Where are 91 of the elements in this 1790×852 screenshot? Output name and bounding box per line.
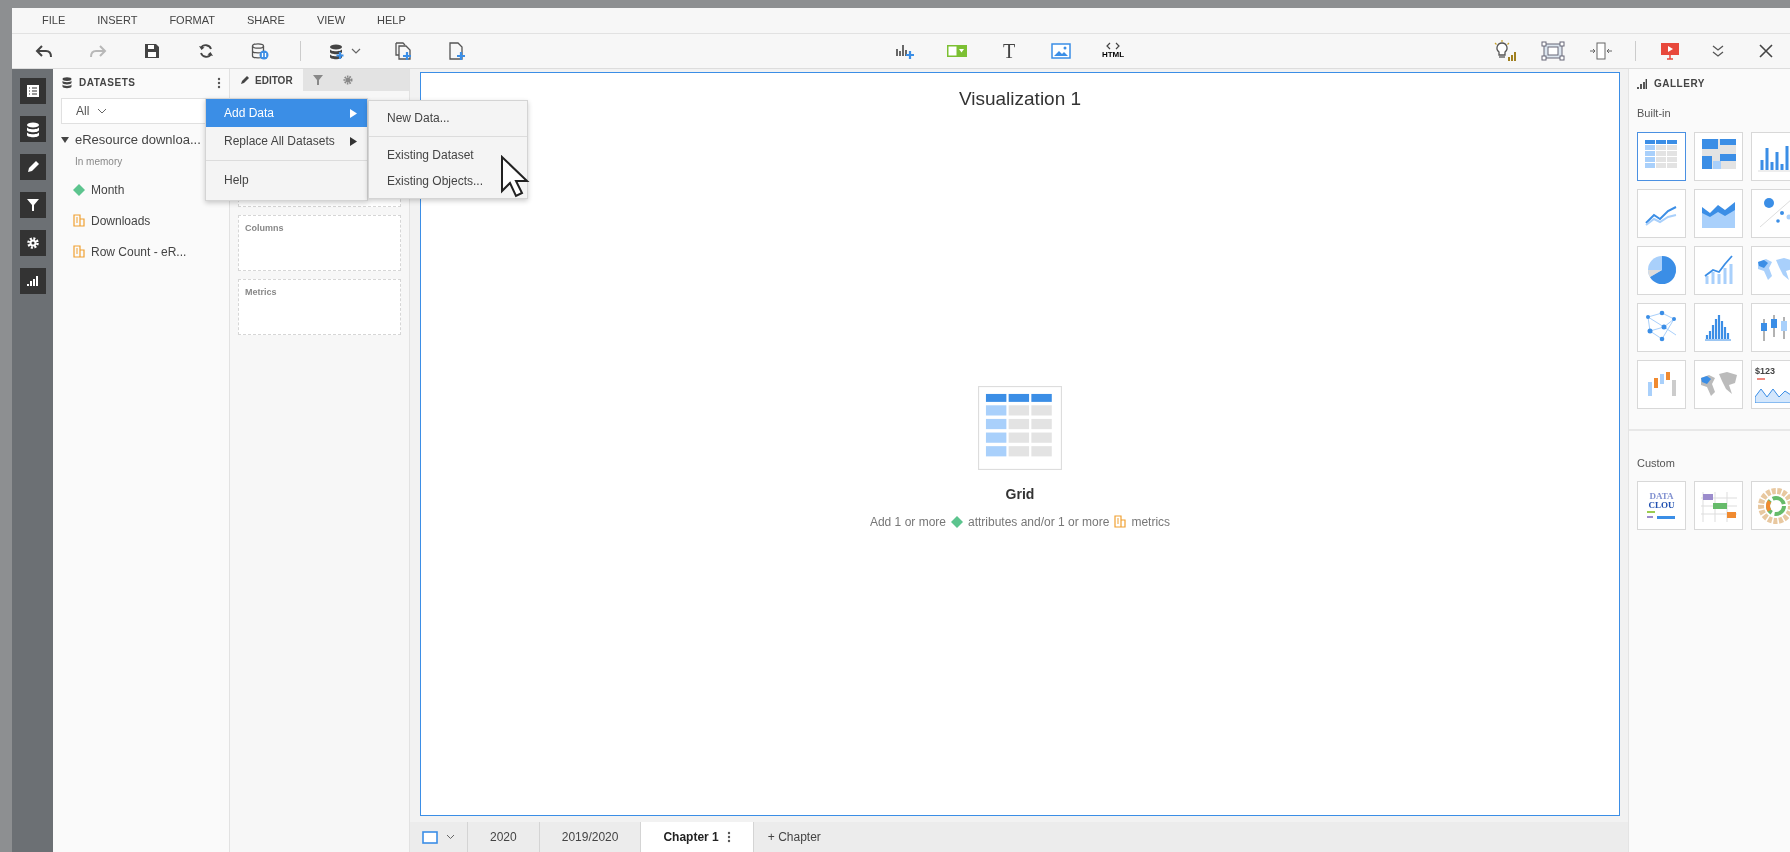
sidebar-button[interactable] [19,78,46,104]
panel-tab[interactable]: EDITOR [230,69,303,91]
submenu-arrow-icon [350,136,357,146]
duplicate-page-icon [394,41,412,61]
redo-icon [89,43,107,59]
layout-icon [422,830,438,844]
save-icon [144,43,160,59]
menu-item[interactable]: HELP [361,12,422,29]
menu-item[interactable]: Help [206,166,367,194]
fit-screen-icon [1541,41,1565,61]
kpi-value: $123 [1755,365,1776,377]
drop-zone[interactable]: Columns [238,215,401,271]
dataset-name[interactable]: eResource downloa... [75,130,201,150]
chart-type-button[interactable]: DATA CLOU [1637,481,1686,530]
hint-text: metrics [1131,513,1171,531]
filter-value: All [76,103,90,120]
pencil-icon [25,160,40,174]
dataset-object[interactable]: Row Count - eR... [91,242,187,261]
filter-icon [25,198,40,212]
panel-title: DATASETS [79,75,136,90]
add-database-icon [327,42,363,60]
metric-icon [73,214,85,227]
gear-icon [342,75,353,85]
pencil-icon [240,75,250,85]
chart-type-button[interactable] [1637,131,1686,181]
double-chevron-icon [1710,43,1726,59]
more-options-icon [726,831,731,843]
menu-item[interactable]: Existing Objects... [369,168,527,194]
sidebar-button[interactable] [19,154,46,180]
dataset-object[interactable]: Downloads [91,211,151,230]
code-icon [1106,42,1120,50]
hint-text: attributes and/or 1 or more [968,513,1110,531]
drop-zone[interactable]: Metrics [238,279,401,335]
bar-chart-icon [1637,78,1647,89]
refresh-icon [198,43,214,59]
chart-type-button[interactable]: $123 [1751,359,1790,409]
panel-title: GALLERY [1654,77,1705,91]
lightbulb-icon [1493,40,1517,62]
close-icon [1758,43,1774,59]
html-button[interactable]: HTML [1099,37,1127,65]
database-pause-icon [251,42,269,60]
chapter-tab-label: Chapter 1 [663,829,719,846]
add-chart-icon [895,42,915,60]
menu-item[interactable]: VIEW [300,12,362,29]
presentation-icon [1660,41,1680,61]
list-icon [25,84,40,98]
toolbar-button[interactable]: T [995,37,1023,65]
chapter-tab-label: 2020 [490,829,517,846]
sidebar-button[interactable] [19,116,46,142]
sidebar-button[interactable] [19,268,46,294]
section-title: Custom [1636,455,1676,471]
dataset-subtitle: In memory [74,154,124,169]
word-cloud-text: DATA [1649,491,1674,501]
section-title: Built-in [1636,106,1672,121]
html-label: HTML [1101,50,1125,60]
sidebar-button[interactable] [19,192,46,218]
chevron-down-icon [446,834,455,840]
placeholder-title: Grid [1005,484,1035,504]
bar-chart-icon [25,274,40,288]
submenu-arrow-icon [350,108,357,118]
menu-item[interactable]: FORMAT [153,12,231,29]
word-cloud-text: CLOU [1648,500,1675,510]
menu-item[interactable]: Existing Dataset [369,142,527,168]
chapter-tab-label: 2019/2020 [561,829,619,846]
metric-icon [73,245,85,258]
visualization-title: Visualization 1 [958,87,1082,111]
database-icon [24,120,41,138]
drop-zone-label: Columns [245,223,284,233]
image-icon [1051,43,1071,59]
filter-icon [312,75,323,85]
menu-item[interactable]: FILE [26,12,82,29]
sparkline-drawing [1755,376,1790,403]
menu-item[interactable]: New Data... [369,105,527,131]
sidebar-button[interactable] [19,230,46,256]
attribute-diamond-icon [73,183,85,196]
undo-icon [35,43,53,59]
database-icon [61,75,73,89]
chevron-down-icon [97,108,108,114]
menu-item[interactable]: INSERT [81,12,154,29]
menu-item[interactable]: Replace All Datasets [206,127,367,155]
dataset-object[interactable]: Month [91,180,125,199]
resize-icon [1589,41,1613,61]
metric-icon [1114,515,1127,528]
new-page-icon [448,41,466,61]
gear-icon [25,236,40,250]
hint-text: Add 1 or more [869,513,946,531]
selector-icon [946,44,968,58]
drop-zone-label: Metrics [245,287,277,297]
attribute-diamond-icon [951,515,963,528]
menu-item[interactable]: SHARE [231,12,301,29]
chapter-tab[interactable]: Chapter 1 [641,822,754,852]
